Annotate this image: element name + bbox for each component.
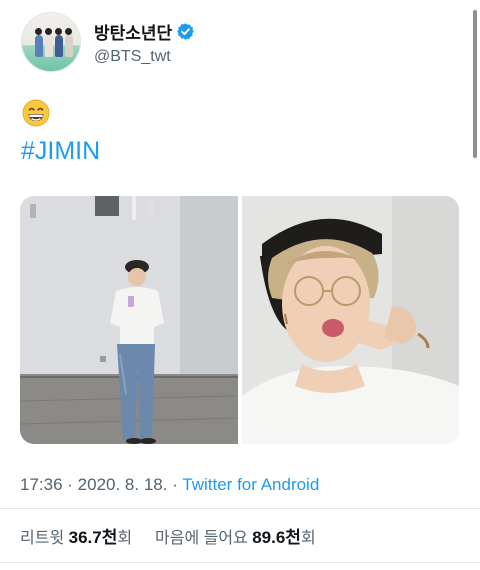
retweets-stat[interactable]: 리트윗 36.7천회 — [20, 528, 137, 547]
mirror-selfie-photo[interactable] — [20, 196, 238, 444]
tweet-time[interactable]: 17:36 — [20, 475, 63, 494]
tweet-date[interactable]: 2020. 8. 18. — [78, 475, 168, 494]
avatar-figure-head — [55, 28, 62, 35]
author-names: 방탄소년단 @BTS_twt — [94, 19, 195, 66]
likes-label: 마음에 들어요 — [155, 530, 248, 547]
tweet-header: 방탄소년단 @BTS_twt — [21, 12, 195, 72]
likes-unit: 회 — [300, 530, 316, 547]
likes-count: 89.6천 — [252, 528, 301, 547]
avatar-figure — [55, 35, 63, 57]
avatar-figure-head — [45, 28, 52, 35]
avatar-figure — [65, 35, 73, 57]
avatar[interactable] — [21, 12, 81, 72]
divider — [0, 562, 480, 563]
divider — [0, 508, 480, 509]
retweets-count: 36.7천 — [68, 528, 118, 547]
tweet-stats-row: 리트윗 36.7천회 마음에 들어요 89.6천회 — [20, 523, 316, 548]
avatar-figure — [35, 35, 43, 57]
close-up-selfie-photo[interactable] — [241, 196, 460, 444]
separator: · — [62, 475, 78, 494]
retweets-label: 리트윗 — [20, 530, 65, 547]
avatar-figure-head — [65, 28, 72, 35]
separator: · — [167, 475, 183, 494]
avatar-figure — [45, 35, 53, 57]
tweet-source-link[interactable]: Twitter for Android — [182, 475, 319, 494]
display-name[interactable]: 방탄소년단 — [94, 19, 172, 44]
avatar-figure-head — [35, 28, 42, 35]
retweets-unit: 회 — [117, 530, 133, 547]
tweet-media-grid — [20, 196, 459, 444]
hashtag-link[interactable]: #JIMIN — [21, 137, 100, 166]
scrollbar[interactable] — [473, 10, 477, 158]
likes-stat[interactable]: 마음에 들어요 89.6천회 — [155, 528, 316, 547]
author-handle[interactable]: @BTS_twt — [94, 48, 195, 66]
tweet-timestamp-row: 17:36 · 2020. 8. 18. · Twitter for Andro… — [20, 475, 319, 495]
display-name-row: 방탄소년단 — [94, 19, 195, 44]
verified-badge-icon — [176, 22, 195, 41]
grinning-face-emoji-icon — [22, 99, 50, 127]
